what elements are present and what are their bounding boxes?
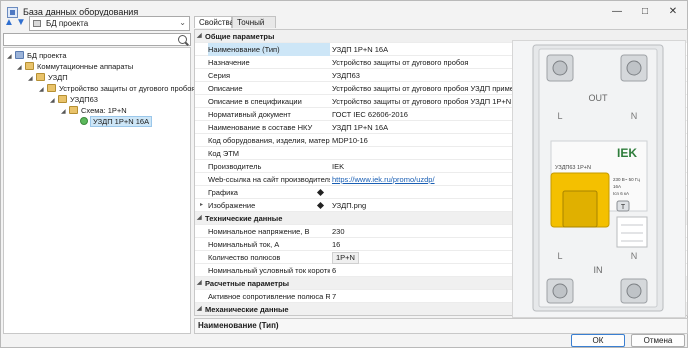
property-name: Наименование (Тип) bbox=[208, 43, 330, 56]
property-name: Нормативный документ bbox=[208, 110, 291, 119]
equipment-db-window: База данных оборудования — □ ✕ ▲ ▼ БД пр… bbox=[0, 0, 688, 348]
category-label: Расчетные параметры bbox=[205, 279, 290, 288]
collapse-icon[interactable]: ◢ bbox=[197, 277, 202, 290]
arrow-up-icon[interactable]: ▲ bbox=[3, 17, 15, 29]
device-right-label: N bbox=[631, 111, 638, 121]
device-left-label-bottom: L bbox=[557, 251, 562, 261]
tree-item-label: Коммутационные аппараты bbox=[37, 62, 134, 71]
property-name: Номинальный ток, А bbox=[208, 240, 280, 249]
ok-button[interactable]: ОК bbox=[571, 334, 625, 347]
manufacturer-link[interactable]: https://www.iek.ru/promo/uzdp/ bbox=[332, 175, 435, 184]
device-spec-voltage: 230 В~ 50 Гц bbox=[613, 177, 640, 182]
property-description: Наименование (Тип) bbox=[194, 318, 688, 334]
expand-icon[interactable]: ▸ bbox=[200, 199, 203, 212]
property-name: Изображение bbox=[208, 201, 256, 210]
chevron-down-icon: ⌄ bbox=[179, 18, 186, 27]
property-name: Количество полюсов bbox=[208, 253, 281, 262]
database-select-value: БД проекта bbox=[46, 19, 89, 28]
collapse-icon[interactable]: ◢ bbox=[50, 96, 58, 107]
property-name: Описание в спецификации bbox=[208, 97, 302, 106]
device-brand: IEK bbox=[617, 146, 637, 160]
collapse-icon[interactable]: ◢ bbox=[28, 74, 36, 85]
left-toolbar: ▲ ▼ БД проекта ⌄ bbox=[3, 16, 193, 32]
property-name: Номинальный условный ток коротк... bbox=[208, 266, 330, 275]
property-name: Наименование в составе НКУ bbox=[208, 123, 313, 132]
tree-item-label: Схема: 1P+N bbox=[81, 106, 127, 115]
poles-chip[interactable]: 1P+N bbox=[332, 252, 359, 264]
collapse-icon[interactable]: ◢ bbox=[197, 30, 202, 43]
tree-item-label: Устройство защиты от дугового пробоя bbox=[59, 84, 196, 93]
tree-item-label: БД проекта bbox=[27, 51, 67, 60]
search-icon[interactable] bbox=[178, 35, 187, 44]
tab-exact-view[interactable]: Точный вид bbox=[232, 16, 276, 39]
property-name: Номинальное напряжение, В bbox=[208, 227, 310, 236]
folder-icon bbox=[58, 95, 67, 103]
device-right-label-bottom: N bbox=[631, 251, 638, 261]
property-name: Код ЭТМ bbox=[208, 149, 240, 158]
collapse-icon[interactable]: ◢ bbox=[7, 52, 15, 63]
tree-item-uzdp63[interactable]: ◢ УЗДП63 bbox=[50, 94, 98, 105]
database-icon bbox=[33, 20, 41, 27]
property-name: Производитель bbox=[208, 162, 262, 171]
category-label: Механические данные bbox=[205, 305, 289, 314]
property-name: Серия bbox=[208, 71, 231, 80]
arrow-down-icon[interactable]: ▼ bbox=[15, 17, 27, 29]
collapse-icon[interactable]: ◢ bbox=[197, 303, 202, 315]
tree-item-arc-protection[interactable]: ◢ Устройство защиты от дугового пробоя bbox=[39, 83, 195, 94]
tree-item-switching-devices[interactable]: ◢ Коммутационные аппараты bbox=[17, 61, 133, 72]
device-image: OUT L N IEK УЗДП63 1P+N 230 В~ 50 Гц 16A… bbox=[512, 40, 686, 318]
device-model: УЗДП63 1P+N bbox=[555, 165, 591, 171]
tree-item-scheme[interactable]: ◢ Схема: 1P+N bbox=[61, 105, 127, 116]
folder-icon bbox=[47, 84, 56, 92]
collapse-icon[interactable]: ◢ bbox=[39, 85, 47, 96]
device-bottom-label: IN bbox=[594, 265, 603, 275]
test-button-label: T bbox=[621, 204, 626, 211]
tree-item-label: УЗДП bbox=[48, 73, 68, 82]
circuit-breaker-image: OUT L N IEK УЗДП63 1P+N 230 В~ 50 Гц 16A… bbox=[532, 44, 664, 312]
property-name: Код оборудования, изделия, матери... bbox=[208, 136, 330, 145]
property-name: Графика bbox=[208, 188, 238, 197]
tree-item-uzdp[interactable]: ◢ УЗДП bbox=[28, 72, 68, 83]
property-name: Назначение bbox=[208, 58, 250, 67]
dialog-footer: ОК Отмена bbox=[1, 334, 687, 348]
property-name: Web-ссылка на сайт производителя bbox=[208, 175, 330, 184]
cancel-button[interactable]: Отмена bbox=[631, 334, 685, 347]
tree-item-uzdp-1pn-16a[interactable]: УЗДП 1P+N 16A bbox=[72, 116, 153, 127]
device-top-label: OUT bbox=[589, 93, 609, 103]
collapse-icon[interactable]: ◢ bbox=[197, 212, 202, 225]
device-spec-icn: Icn 6 кА bbox=[613, 191, 629, 196]
category-label: Технические данные bbox=[205, 214, 283, 223]
collapse-icon[interactable]: ◢ bbox=[61, 107, 69, 118]
tree-item-label: УЗДП63 bbox=[70, 95, 98, 104]
collapse-icon[interactable]: ◢ bbox=[17, 63, 25, 74]
green-dot-icon bbox=[80, 117, 88, 125]
db-icon bbox=[15, 51, 24, 59]
property-name: Описание bbox=[208, 84, 243, 93]
database-select[interactable]: БД проекта ⌄ bbox=[29, 16, 190, 31]
folder-icon bbox=[69, 106, 78, 114]
property-name: Активное сопротивление полюса R,... bbox=[208, 292, 330, 301]
tree-search-input[interactable] bbox=[3, 33, 191, 46]
tree-item-label: УЗДП 1P+N 16A bbox=[89, 116, 153, 127]
device-spec-current: 16A bbox=[613, 184, 621, 189]
folder-icon bbox=[25, 62, 34, 70]
category-label: Общие параметры bbox=[205, 32, 275, 41]
tab-properties[interactable]: Свойства bbox=[194, 16, 234, 28]
device-left-label: L bbox=[557, 111, 562, 121]
folder-icon bbox=[36, 73, 45, 81]
equipment-tree[interactable]: ◢ БД проекта ◢ Коммутационные аппараты ◢ УЗ… bbox=[3, 47, 195, 334]
tree-item-project-db[interactable]: ◢ БД проекта bbox=[7, 50, 67, 61]
